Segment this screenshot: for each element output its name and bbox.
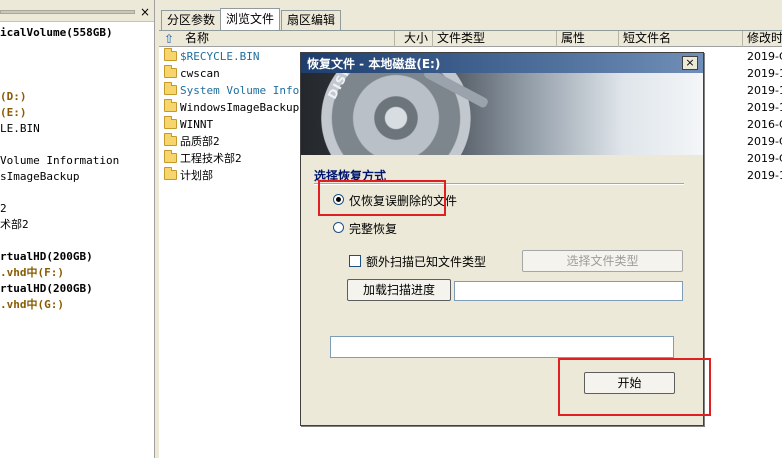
file-name: 计划部 — [180, 169, 213, 182]
tree-item[interactable]: (E:) — [0, 105, 27, 120]
file-modified-date: 2019-1 — [747, 101, 782, 114]
disk-genius-banner: DISK GENIUS — [301, 73, 703, 155]
folder-icon — [164, 48, 177, 61]
file-name: $RECYCLE.BIN — [180, 50, 260, 63]
extra-scan-label[interactable]: 额外扫描已知文件类型 — [366, 253, 486, 270]
tree-item[interactable]: Volume Information — [0, 153, 119, 168]
tree-item[interactable]: 2 — [0, 201, 7, 216]
radio-deleted-only[interactable] — [333, 194, 344, 205]
tree-item[interactable]: rtualHD(200GB) — [0, 249, 93, 264]
tab-strip: 分区参数 浏览文件 扇区编辑 — [159, 8, 782, 30]
file-name: WINNT — [180, 118, 214, 131]
file-name: 品质部2 — [180, 135, 220, 148]
file-modified-date: 2019-1 — [747, 84, 782, 97]
radio-full-recovery[interactable] — [333, 222, 344, 233]
progress-status-field — [330, 336, 674, 358]
tree-item[interactable]: sImageBackup — [0, 169, 79, 184]
file-modified-date: 2019-1 — [747, 169, 782, 182]
folder-icon — [164, 133, 177, 146]
column-header-modified[interactable]: 修改时 — [743, 31, 782, 47]
dialog-titlebar[interactable]: 恢复文件 - 本地磁盘(E:) × — [301, 53, 703, 73]
file-modified-date: 2019-C — [747, 50, 782, 63]
load-scan-progress-button[interactable]: 加载扫描进度 — [347, 279, 451, 301]
tab-browse-files[interactable]: 浏览文件 — [220, 8, 281, 30]
up-arrow-icon[interactable]: ⇧ — [162, 32, 176, 46]
column-header-name[interactable]: 名称 — [177, 31, 395, 47]
radio-full-recovery-label[interactable]: 完整恢复 — [349, 220, 397, 237]
tree-close-icon[interactable]: × — [138, 5, 152, 19]
start-button[interactable]: 开始 — [584, 372, 675, 394]
file-modified-date: 2019-1 — [747, 67, 782, 80]
column-header-short-name[interactable]: 短文件名 — [619, 31, 743, 47]
tree-item[interactable]: .vhd中(G:) — [0, 297, 64, 312]
tree-item[interactable]: LE.BIN — [0, 121, 40, 136]
select-file-types-button[interactable]: 选择文件类型 — [522, 250, 683, 272]
folder-icon — [164, 150, 177, 163]
recovery-mode-heading: 选择恢复方式 — [314, 169, 387, 183]
folder-icon — [164, 99, 177, 112]
folder-icon — [164, 167, 177, 180]
tree-item[interactable]: .vhd中(F:) — [0, 265, 64, 280]
extra-scan-checkbox[interactable] — [349, 255, 361, 267]
column-header-type[interactable]: 文件类型 — [433, 31, 557, 47]
scan-progress-path-input[interactable] — [454, 281, 683, 301]
tree-scrollbar-thumb[interactable] — [0, 10, 135, 14]
folder-icon — [164, 82, 177, 95]
recover-files-dialog: 恢复文件 - 本地磁盘(E:) × DISK GENIUS 选择恢复方式 仅恢复… — [300, 52, 704, 426]
section-divider — [314, 183, 684, 185]
folder-icon — [164, 116, 177, 129]
column-header-attributes[interactable]: 属性 — [557, 31, 619, 47]
file-list-header: ⇧ 名称 大小 文件类型 属性 短文件名 修改时 — [159, 31, 782, 47]
tree-item[interactable]: 术部2 — [0, 217, 29, 232]
file-modified-date: 2019-C — [747, 152, 782, 165]
tree-item[interactable]: (D:) — [0, 89, 27, 104]
file-modified-date: 2019-C — [747, 135, 782, 148]
file-name: WindowsImageBackup — [180, 101, 300, 114]
tree-horizontal-scrollbar[interactable]: × — [0, 0, 154, 22]
tree-item[interactable]: rtualHD(200GB) — [0, 281, 93, 296]
file-modified-date: 2016-C — [747, 118, 782, 131]
dialog-title: 恢复文件 - 本地磁盘(E:) — [307, 57, 441, 71]
tab-partition-params[interactable]: 分区参数 — [161, 10, 222, 30]
file-name: System Volume Inform — [180, 84, 313, 97]
column-header-size[interactable]: 大小 — [395, 31, 433, 47]
file-name: 工程技术部2 — [180, 152, 242, 165]
folder-icon — [164, 65, 177, 78]
tab-sector-edit[interactable]: 扇区编辑 — [281, 10, 342, 30]
dialog-close-icon[interactable]: × — [682, 56, 698, 70]
folder-tree-panel: × icalVolume(558GB) (D:) (E:) LE.BIN Volume… — [0, 0, 155, 458]
file-name: cwscan — [180, 67, 220, 80]
radio-deleted-only-label[interactable]: 仅恢复误删除的文件 — [349, 192, 457, 209]
tree-item[interactable]: icalVolume(558GB) — [0, 25, 113, 40]
